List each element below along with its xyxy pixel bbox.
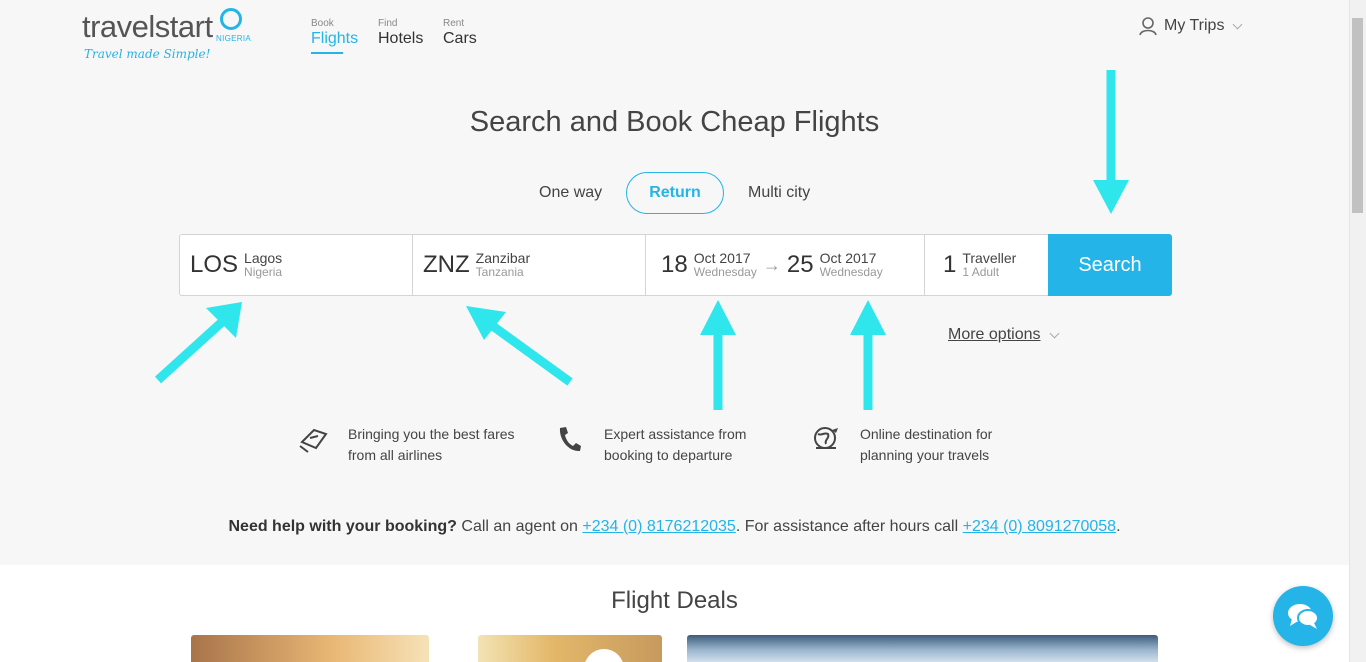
help-line: Need help with your booking? Call an age…	[0, 518, 1349, 536]
travelstart-logo[interactable]: travelstart NIGERIA Travel made Simple!	[82, 8, 251, 61]
phone-link-after-hours[interactable]: +234 (0) 8091270058	[963, 518, 1116, 535]
chat-bubbles-icon	[1288, 604, 1319, 629]
return-weekday: Wednesday	[819, 265, 883, 279]
phone-link-agent[interactable]: +234 (0) 8176212035	[582, 518, 735, 535]
globe-plane-icon	[814, 427, 838, 449]
return-day: 25	[786, 251, 814, 278]
depart-day: 18	[661, 251, 688, 278]
feature-best-fares-text: Bringing you the best fares from all air…	[348, 426, 515, 463]
travellers-field[interactable]: 1 Traveller 1 Adult	[924, 234, 1048, 296]
feature-online-destination-text: Online destination for planning your tra…	[860, 426, 993, 463]
arrow-to-origin-field	[154, 302, 242, 384]
feature-best-fares: Bringing you the best fares from all air…	[298, 424, 523, 466]
depart-month: Oct 2017	[693, 250, 751, 266]
feature-online-destination: Online destination for planning your tra…	[810, 424, 1035, 466]
origin-field[interactable]: LOS Lagos Nigeria	[179, 234, 412, 296]
depart-weekday: Wednesday	[693, 265, 757, 279]
flight-deals-title: Flight Deals	[611, 587, 738, 614]
annotation-arrows	[154, 70, 1129, 410]
origin-city: Lagos	[244, 250, 283, 266]
page-scrollbar[interactable]	[1349, 0, 1366, 662]
chevron-down-icon	[1049, 328, 1059, 338]
logo-tagline: Travel made Simple!	[84, 47, 211, 61]
arrow-to-depart-date	[700, 300, 736, 410]
nav-hotels[interactable]: Find Hotels	[378, 18, 423, 49]
deal-card-image-3[interactable]	[687, 635, 1158, 662]
chevron-down-icon	[1233, 19, 1243, 29]
logo-ring-icon	[220, 8, 242, 30]
logo-country: NIGERIA	[216, 34, 251, 43]
destination-country: Tanzania	[475, 265, 524, 279]
nav-flights-label: Flights	[311, 30, 359, 47]
deal-card-image-1[interactable]	[191, 635, 429, 662]
ticket-hand-icon	[299, 428, 328, 453]
destination-city: Zanzibar	[475, 250, 531, 266]
destination-code: ZNZ	[423, 251, 470, 278]
arrow-right-icon: →	[762, 254, 781, 275]
feature-expert-assistance: Expert assistance from booking to depart…	[554, 424, 779, 466]
my-trips-menu[interactable]: My Trips	[1138, 16, 1243, 36]
my-trips-label: My Trips	[1164, 17, 1225, 34]
scrollbar-thumb[interactable]	[1352, 18, 1363, 213]
trip-type-return[interactable]: Return	[626, 172, 724, 214]
chat-button[interactable]	[1273, 586, 1333, 646]
more-options-toggle[interactable]: More options	[948, 326, 1059, 344]
feature-expert-assistance-text: Expert assistance from booking to depart…	[604, 426, 747, 463]
deal-card-image-2[interactable]	[478, 635, 662, 662]
trip-type-multi-city[interactable]: Multi city	[748, 172, 810, 214]
help-text-1: Call an agent on	[456, 518, 583, 535]
nav-flights[interactable]: Book Flights	[311, 18, 359, 54]
nav-hotels-caption: Find	[378, 18, 398, 29]
phone-icon	[559, 427, 581, 452]
flight-search-form: LOS Lagos Nigeria ZNZ Zanzibar Tanzania …	[179, 234, 1172, 296]
arrow-to-return-date	[850, 300, 886, 410]
origin-country: Nigeria	[244, 265, 283, 279]
nav-hotels-label: Hotels	[378, 30, 424, 47]
help-text-3: .	[1116, 518, 1121, 535]
help-text-2: . For assistance after hours call	[735, 518, 963, 535]
logo-wordmark: travelstart	[82, 9, 213, 44]
arrow-to-search-button	[1093, 70, 1129, 214]
traveller-detail: 1 Adult	[962, 265, 1000, 279]
traveller-count: 1	[943, 251, 957, 278]
nav-cars-caption: Rent	[443, 18, 465, 29]
page-title: Search and Book Cheap Flights	[469, 106, 880, 138]
help-lead: Need help with your booking?	[228, 518, 457, 535]
nav-flights-caption: Book	[311, 18, 334, 29]
nav-active-indicator	[311, 52, 343, 54]
nav-cars[interactable]: Rent Cars	[443, 18, 477, 49]
user-icon	[1139, 17, 1157, 36]
origin-code: LOS	[190, 251, 239, 278]
search-button[interactable]: Search	[1048, 234, 1172, 296]
trip-type-one-way[interactable]: One way	[539, 172, 602, 214]
return-month: Oct 2017	[819, 250, 877, 266]
traveller-label: Traveller	[962, 250, 1017, 266]
arrow-to-destination-field	[466, 306, 573, 386]
flight-deals-section: Flight Deals	[0, 565, 1349, 662]
destination-field[interactable]: ZNZ Zanzibar Tanzania	[412, 234, 645, 296]
more-options-label: More options	[948, 326, 1041, 343]
deal-card-badge	[584, 649, 624, 662]
nav-cars-label: Cars	[443, 30, 477, 47]
dates-field[interactable]: 18 Oct 2017 Wednesday → 25 Oct 2017 Wedn…	[645, 234, 924, 296]
